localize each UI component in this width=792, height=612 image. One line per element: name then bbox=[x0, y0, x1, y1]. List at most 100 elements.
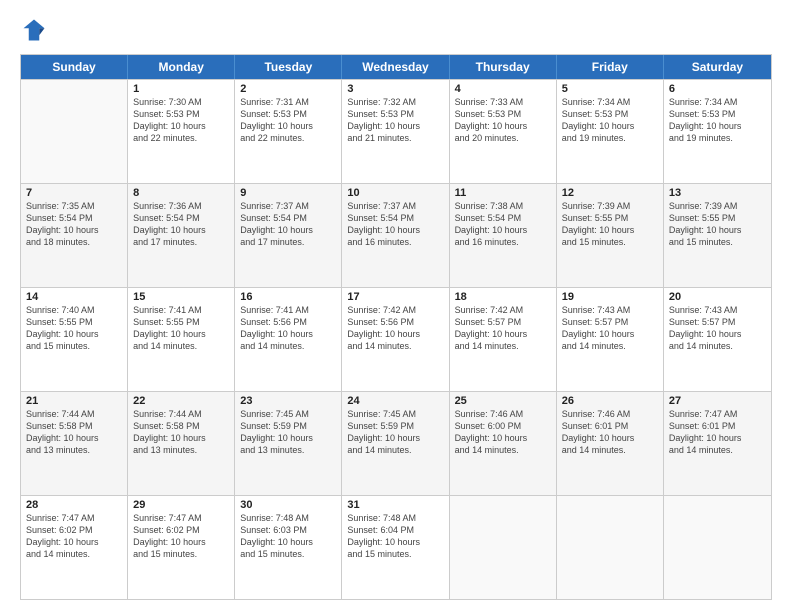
day-number: 8 bbox=[133, 187, 229, 199]
day-number: 22 bbox=[133, 395, 229, 407]
calendar-row: 7Sunrise: 7:35 AM Sunset: 5:54 PM Daylig… bbox=[21, 183, 771, 287]
day-number: 1 bbox=[133, 83, 229, 95]
calendar-cell: 8Sunrise: 7:36 AM Sunset: 5:54 PM Daylig… bbox=[128, 184, 235, 287]
day-info: Sunrise: 7:47 AM Sunset: 6:02 PM Dayligh… bbox=[26, 512, 122, 561]
calendar-cell bbox=[557, 496, 664, 599]
day-info: Sunrise: 7:45 AM Sunset: 5:59 PM Dayligh… bbox=[347, 408, 443, 457]
day-number: 25 bbox=[455, 395, 551, 407]
calendar-cell: 30Sunrise: 7:48 AM Sunset: 6:03 PM Dayli… bbox=[235, 496, 342, 599]
calendar-cell: 27Sunrise: 7:47 AM Sunset: 6:01 PM Dayli… bbox=[664, 392, 771, 495]
header bbox=[20, 16, 772, 44]
calendar-row: 28Sunrise: 7:47 AM Sunset: 6:02 PM Dayli… bbox=[21, 495, 771, 599]
calendar-cell: 31Sunrise: 7:48 AM Sunset: 6:04 PM Dayli… bbox=[342, 496, 449, 599]
calendar-cell: 3Sunrise: 7:32 AM Sunset: 5:53 PM Daylig… bbox=[342, 80, 449, 183]
day-number: 27 bbox=[669, 395, 766, 407]
calendar-row: 21 Sunrise: 7:44 AM Sunset: 5:58 PM Dayli… bbox=[21, 391, 771, 495]
calendar-cell: 4Sunrise: 7:33 AM Sunset: 5:53 PM Daylig… bbox=[450, 80, 557, 183]
day-number: 16 bbox=[240, 291, 336, 303]
day-number: 9 bbox=[240, 187, 336, 199]
calendar-cell: 17Sunrise: 7:42 AM Sunset: 5:56 PM Dayli… bbox=[342, 288, 449, 391]
day-number: 10 bbox=[347, 187, 443, 199]
calendar-cell: 24Sunrise: 7:45 AM Sunset: 5:59 PM Dayli… bbox=[342, 392, 449, 495]
day-number: 12 bbox=[562, 187, 658, 199]
calendar-page: SundayMondayTuesdayWednesdayThursdayFrid… bbox=[0, 0, 792, 612]
calendar-header: SundayMondayTuesdayWednesdayThursdayFrid… bbox=[21, 55, 771, 79]
day-info: Sunrise: 7:38 AM Sunset: 5:54 PM Dayligh… bbox=[455, 200, 551, 249]
day-info: Sunrise: 7:48 AM Sunset: 6:04 PM Dayligh… bbox=[347, 512, 443, 561]
calendar-cell: 15Sunrise: 7:41 AM Sunset: 5:55 PM Dayli… bbox=[128, 288, 235, 391]
day-number: 20 bbox=[669, 291, 766, 303]
calendar-cell: 29Sunrise: 7:47 AM Sunset: 6:02 PM Dayli… bbox=[128, 496, 235, 599]
day-info: Sunrise: 7:47 AM Sunset: 6:02 PM Dayligh… bbox=[133, 512, 229, 561]
day-info: Sunrise: 7:46 AM Sunset: 6:00 PM Dayligh… bbox=[455, 408, 551, 457]
logo bbox=[20, 16, 52, 44]
calendar-cell: 21Sunrise: 7:44 AM Sunset: 5:58 PM Dayli… bbox=[21, 392, 128, 495]
day-number: 11 bbox=[455, 187, 551, 199]
calendar-cell: 23Sunrise: 7:45 AM Sunset: 5:59 PM Dayli… bbox=[235, 392, 342, 495]
calendar-cell: 9Sunrise: 7:37 AM Sunset: 5:54 PM Daylig… bbox=[235, 184, 342, 287]
weekday-header: Sunday bbox=[21, 55, 128, 79]
day-info: Sunrise: 7:43 AM Sunset: 5:57 PM Dayligh… bbox=[669, 304, 766, 353]
calendar-cell: 22Sunrise: 7:44 AM Sunset: 5:58 PM Dayli… bbox=[128, 392, 235, 495]
logo-icon bbox=[20, 16, 48, 44]
day-info: Sunrise: 7:45 AM Sunset: 5:59 PM Dayligh… bbox=[240, 408, 336, 457]
day-number: 13 bbox=[669, 187, 766, 199]
calendar-cell: 28Sunrise: 7:47 AM Sunset: 6:02 PM Dayli… bbox=[21, 496, 128, 599]
day-number: 3 bbox=[347, 83, 443, 95]
calendar-cell: 1Sunrise: 7:30 AM Sunset: 5:53 PM Daylig… bbox=[128, 80, 235, 183]
day-info: Sunrise: 7:47 AM Sunset: 6:01 PM Dayligh… bbox=[669, 408, 766, 457]
day-number: 17 bbox=[347, 291, 443, 303]
calendar-cell: 13Sunrise: 7:39 AM Sunset: 5:55 PM Dayli… bbox=[664, 184, 771, 287]
day-number: 28 bbox=[26, 499, 122, 511]
day-info: Sunrise: 7:39 AM Sunset: 5:55 PM Dayligh… bbox=[562, 200, 658, 249]
day-info: Sunrise: 7:41 AM Sunset: 5:55 PM Dayligh… bbox=[133, 304, 229, 353]
calendar-row: 1Sunrise: 7:30 AM Sunset: 5:53 PM Daylig… bbox=[21, 79, 771, 183]
day-info: Sunrise: 7:44 AM Sunset: 5:58 PM Dayligh… bbox=[133, 408, 229, 457]
day-number: 5 bbox=[562, 83, 658, 95]
day-info: Sunrise: 7:37 AM Sunset: 5:54 PM Dayligh… bbox=[240, 200, 336, 249]
day-number: 30 bbox=[240, 499, 336, 511]
calendar-row: 14Sunrise: 7:40 AM Sunset: 5:55 PM Dayli… bbox=[21, 287, 771, 391]
calendar-cell: 11Sunrise: 7:38 AM Sunset: 5:54 PM Dayli… bbox=[450, 184, 557, 287]
weekday-header: Friday bbox=[557, 55, 664, 79]
day-info: Sunrise: 7:41 AM Sunset: 5:56 PM Dayligh… bbox=[240, 304, 336, 353]
day-info: Sunrise: 7:32 AM Sunset: 5:53 PM Dayligh… bbox=[347, 96, 443, 145]
day-number: 19 bbox=[562, 291, 658, 303]
calendar-cell: 20Sunrise: 7:43 AM Sunset: 5:57 PM Dayli… bbox=[664, 288, 771, 391]
day-number: 29 bbox=[133, 499, 229, 511]
calendar: SundayMondayTuesdayWednesdayThursdayFrid… bbox=[20, 54, 772, 600]
day-number: 31 bbox=[347, 499, 443, 511]
day-number: 21 bbox=[26, 395, 122, 407]
weekday-header: Wednesday bbox=[342, 55, 449, 79]
day-info: Sunrise: 7:35 AM Sunset: 5:54 PM Dayligh… bbox=[26, 200, 122, 249]
day-number: 26 bbox=[562, 395, 658, 407]
calendar-cell: 14Sunrise: 7:40 AM Sunset: 5:55 PM Dayli… bbox=[21, 288, 128, 391]
calendar-body: 1Sunrise: 7:30 AM Sunset: 5:53 PM Daylig… bbox=[21, 79, 771, 599]
day-number: 24 bbox=[347, 395, 443, 407]
day-number: 2 bbox=[240, 83, 336, 95]
day-info: Sunrise: 7:33 AM Sunset: 5:53 PM Dayligh… bbox=[455, 96, 551, 145]
calendar-cell: 18Sunrise: 7:42 AM Sunset: 5:57 PM Dayli… bbox=[450, 288, 557, 391]
day-info: Sunrise: 7:34 AM Sunset: 5:53 PM Dayligh… bbox=[562, 96, 658, 145]
calendar-cell: 16Sunrise: 7:41 AM Sunset: 5:56 PM Dayli… bbox=[235, 288, 342, 391]
calendar-cell bbox=[21, 80, 128, 183]
day-info: Sunrise: 7:48 AM Sunset: 6:03 PM Dayligh… bbox=[240, 512, 336, 561]
calendar-cell: 5Sunrise: 7:34 AM Sunset: 5:53 PM Daylig… bbox=[557, 80, 664, 183]
weekday-header: Tuesday bbox=[235, 55, 342, 79]
day-number: 7 bbox=[26, 187, 122, 199]
weekday-header: Saturday bbox=[664, 55, 771, 79]
calendar-cell: 10Sunrise: 7:37 AM Sunset: 5:54 PM Dayli… bbox=[342, 184, 449, 287]
weekday-header: Monday bbox=[128, 55, 235, 79]
day-info: Sunrise: 7:39 AM Sunset: 5:55 PM Dayligh… bbox=[669, 200, 766, 249]
day-info: Sunrise: 7:42 AM Sunset: 5:57 PM Dayligh… bbox=[455, 304, 551, 353]
day-info: Sunrise: 7:30 AM Sunset: 5:53 PM Dayligh… bbox=[133, 96, 229, 145]
day-info: Sunrise: 7:36 AM Sunset: 5:54 PM Dayligh… bbox=[133, 200, 229, 249]
day-info: Sunrise: 7:42 AM Sunset: 5:56 PM Dayligh… bbox=[347, 304, 443, 353]
day-info: Sunrise: 7:40 AM Sunset: 5:55 PM Dayligh… bbox=[26, 304, 122, 353]
calendar-cell: 26Sunrise: 7:46 AM Sunset: 6:01 PM Dayli… bbox=[557, 392, 664, 495]
day-number: 18 bbox=[455, 291, 551, 303]
calendar-cell bbox=[664, 496, 771, 599]
day-info: Sunrise: 7:31 AM Sunset: 5:53 PM Dayligh… bbox=[240, 96, 336, 145]
calendar-cell: 19Sunrise: 7:43 AM Sunset: 5:57 PM Dayli… bbox=[557, 288, 664, 391]
day-number: 15 bbox=[133, 291, 229, 303]
